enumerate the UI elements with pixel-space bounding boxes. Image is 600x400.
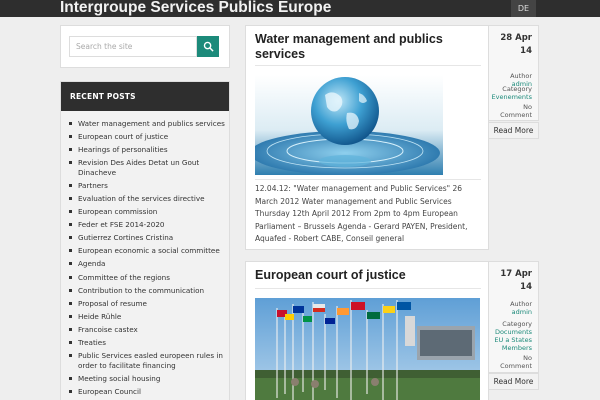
post-author: Author admin	[510, 300, 532, 316]
post-divider	[255, 288, 481, 289]
recent-post-link[interactable]: Public Services easled europeen rules in…	[69, 351, 225, 370]
post-meta: 17 Apr 14 Author admin Category Document…	[488, 261, 539, 373]
category-label: Category	[502, 320, 532, 328]
recent-posts-heading: RECENT POSTS	[61, 82, 229, 111]
recent-post-link[interactable]: Hearings of personalities	[69, 145, 225, 155]
search-widget	[60, 25, 230, 68]
post-excerpt: 12.04.12: "Water management and Public S…	[255, 184, 468, 244]
read-more-button[interactable]: Read More	[488, 373, 539, 390]
recent-post-link[interactable]: European economic a social committee	[69, 246, 225, 256]
recent-post-link[interactable]: Water management and publics services	[69, 119, 225, 129]
recent-posts-list: Water management and publics services Eu…	[61, 111, 229, 396]
author-label: Author	[510, 72, 532, 80]
post-divider	[255, 65, 481, 66]
recent-post-link[interactable]: Treaties	[69, 338, 225, 348]
category-link[interactable]: Documents	[488, 328, 532, 336]
post-card: European court of justice	[245, 261, 489, 400]
post-date: 28 Apr 14	[500, 32, 532, 58]
recent-post-link[interactable]: Revision Des Aides Detat un Gout Dinache…	[69, 158, 225, 177]
recent-post-link[interactable]: Proposal of resume	[69, 299, 225, 309]
author-label: Author	[510, 300, 532, 308]
search-icon	[203, 41, 214, 52]
site-title[interactable]: Intergroupe Services Publics Europe	[60, 0, 331, 17]
recent-post-link[interactable]: European court of justice	[69, 132, 225, 142]
post-date-day: 28 Apr	[500, 33, 532, 43]
recent-post-link[interactable]: Gutierrez Cortines Cristina	[69, 233, 225, 243]
recent-post-link[interactable]: Francoise castex	[69, 325, 225, 335]
top-bar: Intergroupe Services Publics Europe DE	[0, 0, 600, 17]
recent-post-link[interactable]: Feder et FSE 2014-2020	[69, 220, 225, 230]
search-button[interactable]	[197, 36, 219, 57]
recent-post-link[interactable]: Meeting social housing	[69, 374, 225, 384]
post-title[interactable]: Water management and publics services	[255, 32, 480, 61]
post-date-year: 14	[520, 282, 532, 292]
post-card: Water management and publics services 12…	[245, 25, 489, 250]
post-date: 17 Apr 14	[500, 268, 532, 294]
post-divider	[255, 179, 481, 180]
recent-post-link[interactable]: Committee of the regions	[69, 273, 225, 283]
search-input[interactable]	[69, 36, 197, 57]
post-category: Category Evenements	[492, 85, 532, 101]
recent-post-link[interactable]: Heide Rühle	[69, 312, 225, 322]
post-date-day: 17 Apr	[500, 269, 532, 279]
post-thumbnail-flags[interactable]	[255, 298, 480, 400]
post-category: Category Documents EU a States Members	[488, 320, 532, 352]
post-comments[interactable]: No Comment	[496, 103, 532, 119]
post-comments[interactable]: No Comment	[496, 354, 532, 370]
recent-post-link[interactable]: Agenda	[69, 259, 225, 269]
category-link[interactable]: Evenements	[492, 93, 532, 101]
language-switch[interactable]: DE	[511, 0, 536, 17]
recent-post-link[interactable]: Evaluation of the services directive	[69, 194, 225, 204]
post-title[interactable]: European court of justice	[255, 268, 480, 283]
recent-post-link[interactable]: European commission	[69, 207, 225, 217]
recent-post-link[interactable]: Partners	[69, 181, 225, 191]
read-more-button[interactable]: Read More	[488, 122, 539, 139]
post-thumbnail-globe[interactable]	[255, 75, 443, 175]
post-meta: 28 Apr 14 Author admin Category Evenemen…	[488, 25, 539, 121]
author-link[interactable]: admin	[510, 308, 532, 316]
category-label: Category	[502, 85, 532, 93]
recent-post-link[interactable]: Contribution to the communication	[69, 286, 225, 296]
recent-post-link[interactable]: European Council	[69, 387, 225, 397]
post-date-year: 14	[520, 46, 532, 56]
category-link[interactable]: EU a States Members	[488, 336, 532, 352]
recent-posts-widget: RECENT POSTS Water management and public…	[60, 81, 230, 400]
